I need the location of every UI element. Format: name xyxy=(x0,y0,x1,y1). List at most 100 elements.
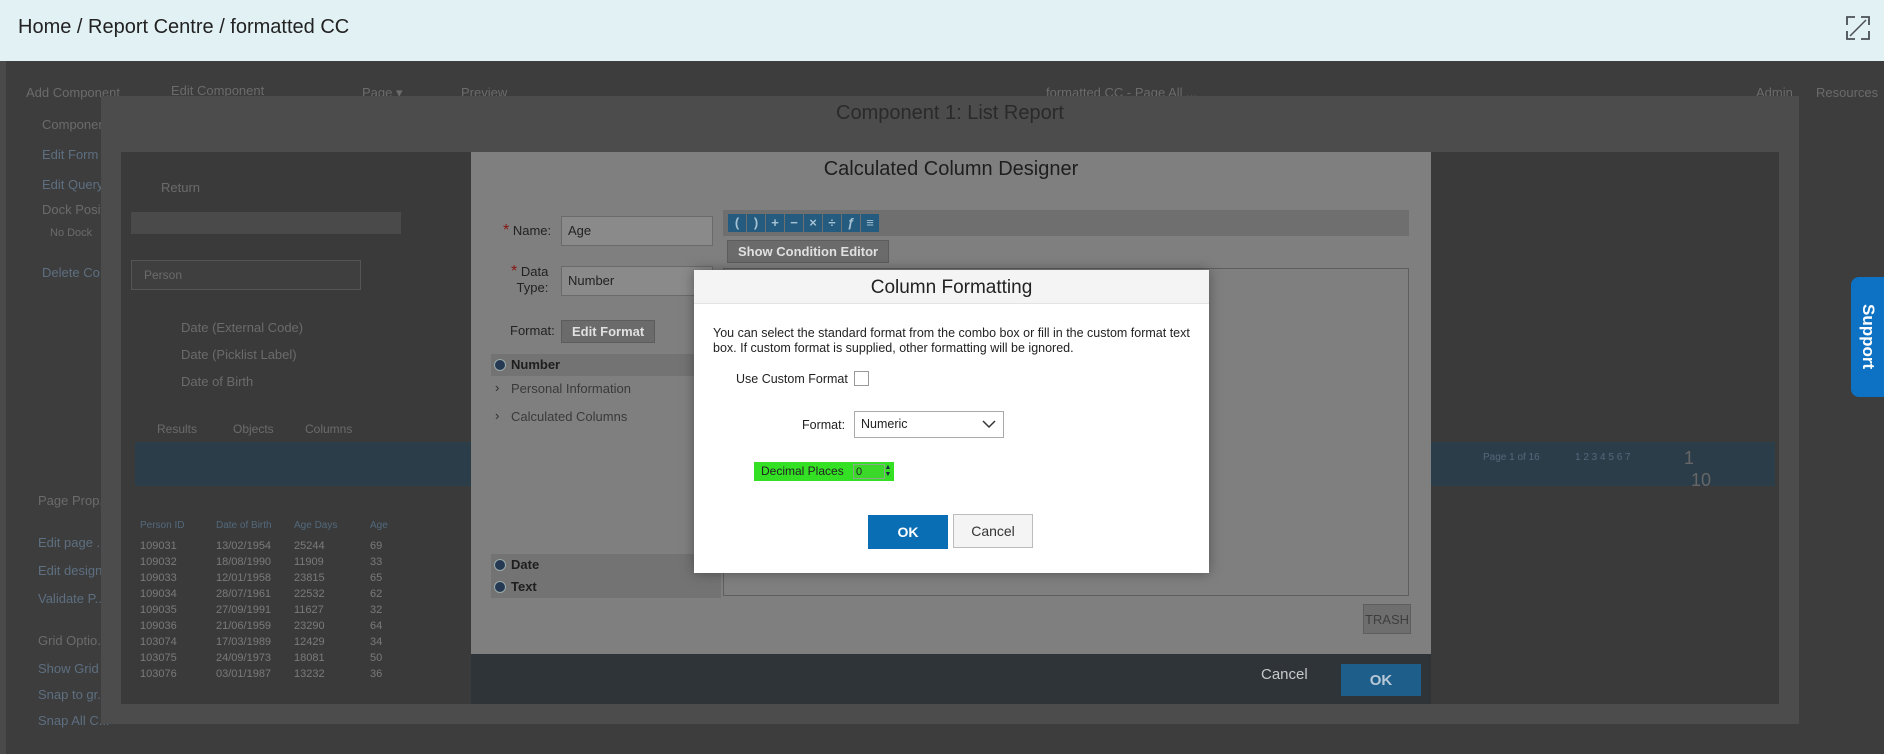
table-cell: 12/01/1958 xyxy=(216,572,272,584)
table-cell: 23290 xyxy=(294,620,325,632)
dialog-header: Column Formatting xyxy=(694,270,1209,304)
divide-icon[interactable]: ÷ xyxy=(823,214,841,232)
bg-left-lower: Grid Optio... xyxy=(38,633,109,648)
breadcrumb[interactable]: Home / Report Centre / formatted CC xyxy=(18,16,349,39)
table-row: 109033 12/01/1958 23815 65 xyxy=(140,572,460,588)
datatype-label-line2: Type: xyxy=(516,280,549,295)
bg-left-item: Edit Query xyxy=(42,177,104,192)
decimal-places-label: Decimal Places xyxy=(761,464,844,478)
category-icon xyxy=(494,359,506,371)
table-cell: 109035 xyxy=(140,604,177,616)
component-title: Component 1: List Report xyxy=(836,102,1064,124)
table-cell: 36 xyxy=(370,668,383,680)
expression-icon[interactable]: ≡ xyxy=(861,214,879,232)
ccd-ok-button[interactable]: OK xyxy=(1341,664,1421,696)
table-cell: 13232 xyxy=(294,668,325,680)
name-label-text: Name: xyxy=(512,223,552,238)
table-row: 109035 27/09/1991 11627 32 xyxy=(140,604,460,620)
ok-button[interactable]: OK xyxy=(868,515,948,549)
minus-icon[interactable]: − xyxy=(785,214,803,232)
table-cell: 109034 xyxy=(140,588,177,600)
tree-item-text[interactable]: Text xyxy=(491,576,721,598)
ccd-cancel-button[interactable]: Cancel xyxy=(1261,666,1308,683)
table-cell: 28/07/1961 xyxy=(216,588,272,600)
decimal-places-field: Decimal Places ▲▼ xyxy=(754,462,894,481)
ccd-footer: Cancel OK xyxy=(471,654,1431,704)
table-cell: 17/03/1989 xyxy=(216,636,272,648)
table-cell: 65 xyxy=(370,572,383,584)
tree-item-label: Date xyxy=(511,557,540,572)
bg-grid-header-cell: Age Days xyxy=(294,520,338,531)
expand-icon[interactable] xyxy=(1845,15,1871,41)
tree-item-date[interactable]: Date xyxy=(491,554,721,576)
format-select[interactable]: Numeric xyxy=(854,411,1004,438)
bg-page-numbers: 1 2 3 4 5 6 7 xyxy=(1575,452,1631,463)
table-row: 109032 18/08/1990 11909 33 xyxy=(140,556,460,572)
bg-page-size: 10 xyxy=(1691,470,1712,490)
tree-item-label: Number xyxy=(511,357,561,372)
bg-grid-header-cell: Person ID xyxy=(140,520,185,531)
bg-tab: Columns xyxy=(305,422,353,436)
decimal-places-input[interactable] xyxy=(853,464,885,479)
table-cell: 03/01/1987 xyxy=(216,668,272,680)
support-label: Support xyxy=(1859,304,1878,370)
use-custom-format-checkbox[interactable] xyxy=(854,371,869,386)
bg-left-item: Edit Form xyxy=(42,147,99,162)
edit-format-button[interactable]: Edit Format xyxy=(561,320,656,343)
table-cell: 109033 xyxy=(140,572,177,584)
dialog-description: You can select the standard format from … xyxy=(713,326,1190,355)
bg-left-lower: Snap to gr... xyxy=(38,687,109,702)
bg-field: Date of Birth xyxy=(181,374,254,389)
datatype-select[interactable]: Number xyxy=(561,266,713,296)
bg-field: Date (External Code) xyxy=(181,320,304,335)
expression-toolbar: ( ) + − × ÷ ƒ ≡ xyxy=(723,210,1409,236)
function-icon[interactable]: ƒ xyxy=(842,214,860,232)
show-condition-editor-button[interactable]: Show Condition Editor xyxy=(727,240,890,263)
table-cell: 13/02/1954 xyxy=(216,540,272,552)
category-icon xyxy=(494,581,506,593)
bg-left-item: No Dock xyxy=(50,227,93,239)
table-cell: 25244 xyxy=(294,540,325,552)
bg-search-select: Person xyxy=(131,260,361,290)
bg-menu-resources: Resources xyxy=(1816,85,1879,100)
parens-close-icon[interactable]: ) xyxy=(747,214,765,232)
name-label: * Name: xyxy=(503,222,552,239)
table-cell: 103074 xyxy=(140,636,177,648)
spinner-arrows-icon[interactable]: ▲ ▼ xyxy=(883,464,893,479)
bg-grid-header-cell: Age xyxy=(370,520,388,531)
table-cell: 32 xyxy=(370,604,383,616)
table-row: 103075 24/09/1973 18081 50 xyxy=(140,652,460,668)
table-row: 109036 21/06/1959 23290 64 xyxy=(140,620,460,636)
bg-page-input: 1 xyxy=(1684,448,1695,468)
datatype-label-line1: Data xyxy=(520,264,549,279)
multiply-icon[interactable]: × xyxy=(804,214,822,232)
column-formatting-dialog: Column Formatting You can select the sta… xyxy=(694,270,1209,573)
table-cell: 69 xyxy=(370,540,383,552)
table-cell: 23815 xyxy=(294,572,325,584)
use-custom-format-label: Use Custom Format xyxy=(736,372,848,386)
tree-item-personal-information[interactable]: › Personal Information xyxy=(491,378,721,400)
tree-item-calculated-columns[interactable]: › Calculated Columns xyxy=(491,406,721,428)
table-cell: 103075 xyxy=(140,652,177,664)
table-cell: 24/09/1973 xyxy=(216,652,272,664)
name-input[interactable]: Age xyxy=(561,216,713,246)
tree-item-number[interactable]: Number xyxy=(491,354,721,376)
cancel-button[interactable]: Cancel xyxy=(953,514,1033,548)
table-cell: 18/08/1990 xyxy=(216,556,272,568)
ccd-title: Calculated Column Designer xyxy=(823,158,1079,180)
plus-icon[interactable]: + xyxy=(766,214,784,232)
return-link: Return xyxy=(161,180,201,195)
trash-button[interactable]: TRASH xyxy=(1363,604,1411,634)
bg-left-lower: Edit page ... xyxy=(38,535,108,550)
format-select-value: Numeric xyxy=(861,417,908,431)
table-cell: 62 xyxy=(370,588,383,600)
field-tree: Number › Personal Information › Calculated… xyxy=(491,354,721,598)
category-icon xyxy=(494,559,506,571)
table-cell: 21/06/1959 xyxy=(216,620,272,632)
table-row: 103076 03/01/1987 13232 36 xyxy=(140,668,460,684)
table-row: 109034 28/07/1961 22532 62 xyxy=(140,588,460,604)
table-cell: 103076 xyxy=(140,668,177,680)
dialog-title: Column Formatting xyxy=(870,277,1033,298)
parens-open-icon[interactable]: ( xyxy=(728,214,746,232)
support-tab[interactable]: Support xyxy=(1851,277,1884,397)
